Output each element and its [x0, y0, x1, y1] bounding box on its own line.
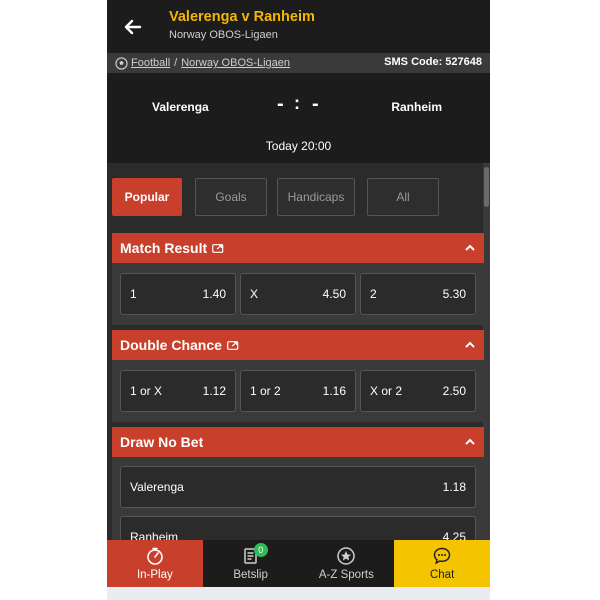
tab-goals[interactable]: Goals	[195, 178, 267, 216]
odd-button[interactable]: 1 or 2 1.16	[240, 370, 356, 412]
nav-label: In-Play	[136, 569, 173, 581]
arrow-left-icon	[124, 19, 142, 34]
odd-price: 1.18	[442, 480, 466, 494]
odd-button[interactable]: 2 5.30	[360, 273, 476, 315]
odd-price: 1.40	[202, 287, 226, 301]
home-score: -	[277, 93, 284, 115]
odd-label: X	[250, 287, 259, 301]
bottom-navigation: In-Play 0 Betslip A-Z Sports Chat	[107, 540, 490, 587]
market-body-match-result: 1 1.40 X 4.50 2 5.30	[112, 263, 484, 325]
tab-popular[interactable]: Popular	[112, 178, 182, 216]
market-title: Match Result	[120, 240, 208, 256]
event-league: Norway OBOS-Ligaen	[169, 29, 278, 41]
mobile-app: Valerenga v Ranheim Norway OBOS-Ligaen F…	[107, 0, 490, 587]
market-title: Double Chance	[120, 337, 222, 353]
sms-code: SMS Code: 527648	[384, 56, 482, 68]
odd-price: 1.16	[322, 384, 346, 398]
odd-price: 5.30	[442, 287, 466, 301]
away-score: -	[312, 93, 319, 115]
market-header-match-result[interactable]: Match Result	[112, 233, 484, 263]
nav-betslip[interactable]: 0 Betslip	[203, 540, 299, 587]
external-link-icon[interactable]	[227, 340, 239, 350]
breadcrumb-football-link[interactable]: Football	[131, 57, 170, 69]
tab-handicaps[interactable]: Handicaps	[277, 178, 355, 216]
breadcrumb: Football / Norway OBOS-Ligaen SMS Code: …	[107, 53, 490, 73]
odd-button[interactable]: 1 1.40	[120, 273, 236, 315]
betslip-count-badge: 0	[253, 543, 268, 557]
page-background-strip	[107, 587, 490, 600]
external-link-icon[interactable]	[212, 243, 224, 253]
home-team: Valerenga	[152, 100, 209, 114]
odd-label: Valerenga	[130, 480, 184, 494]
tab-all[interactable]: All	[367, 178, 439, 216]
odd-button[interactable]: X or 2 2.50	[360, 370, 476, 412]
market-header-draw-no-bet[interactable]: Draw No Bet	[112, 427, 484, 457]
stopwatch-icon	[147, 547, 163, 565]
nav-label: Betslip	[233, 569, 268, 581]
scrollbar[interactable]	[483, 163, 490, 540]
chat-bubble-icon	[433, 547, 451, 565]
odd-button[interactable]: 1 or X 1.12	[120, 370, 236, 412]
odd-label: 1	[130, 287, 137, 301]
nav-inplay[interactable]: In-Play	[107, 540, 203, 587]
chevron-up-icon[interactable]	[464, 436, 476, 448]
away-team: Ranheim	[391, 100, 442, 114]
nav-label: Chat	[429, 569, 455, 581]
market-body-double-chance: 1 or X 1.12 1 or 2 1.16 X or 2 2.50	[112, 360, 484, 422]
breadcrumb-separator: /	[174, 57, 178, 69]
chevron-up-icon[interactable]	[464, 242, 476, 254]
score-separator: :	[294, 93, 300, 113]
breadcrumb-league-link[interactable]: Norway OBOS-Ligaen	[181, 57, 290, 69]
odd-label: 2	[370, 287, 377, 301]
football-icon	[115, 56, 128, 70]
score-panel: Valerenga - : - Ranheim Today 20:00	[107, 73, 490, 163]
odd-button[interactable]: X 4.50	[240, 273, 356, 315]
market-body-draw-no-bet: Valerenga 1.18 Ranheim 4.25	[112, 457, 484, 558]
kickoff-time: Today 20:00	[265, 139, 332, 153]
nav-label: A-Z Sports	[318, 569, 374, 581]
market-title: Draw No Bet	[120, 434, 204, 450]
app-header: Valerenga v Ranheim Norway OBOS-Ligaen	[107, 0, 490, 53]
odd-label: 1 or X	[130, 384, 163, 398]
nav-chat[interactable]: Chat	[394, 540, 490, 587]
odd-label: X or 2	[370, 384, 403, 398]
odd-price: 2.50	[442, 384, 466, 398]
odd-button[interactable]: Valerenga 1.18	[120, 466, 476, 508]
market-header-double-chance[interactable]: Double Chance	[112, 330, 484, 360]
scrollbar-thumb[interactable]	[484, 167, 489, 207]
nav-az-sports[interactable]: A-Z Sports	[299, 540, 395, 587]
odd-price: 1.12	[202, 384, 226, 398]
star-badge-icon	[337, 547, 356, 565]
odd-label: 1 or 2	[250, 384, 281, 398]
odd-price: 4.50	[322, 287, 346, 301]
market-tabs: Popular Goals Handicaps All	[112, 178, 482, 216]
event-title: Valerenga v Ranheim	[169, 9, 315, 25]
back-button[interactable]	[107, 0, 157, 53]
chevron-up-icon[interactable]	[464, 339, 476, 351]
